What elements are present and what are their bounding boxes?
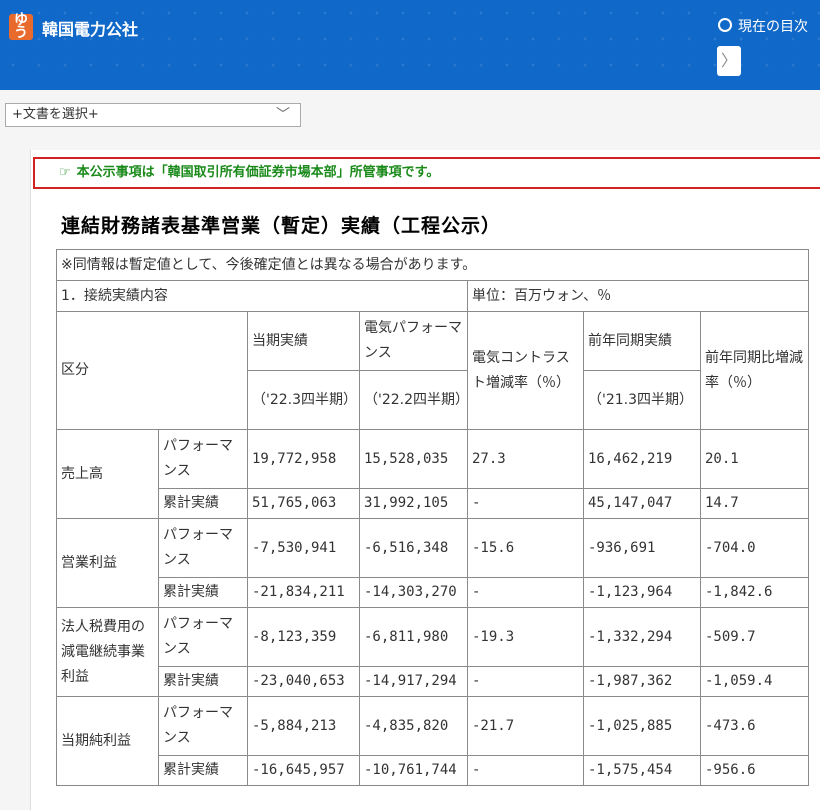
cell-current: -5,884,213 xyxy=(247,696,360,756)
section-label: 1．接続実績内容 xyxy=(56,280,468,312)
cell-qoq: - xyxy=(467,488,584,519)
company-name: 韓国電力公社 xyxy=(42,20,139,39)
cell-current: -21,834,211 xyxy=(247,577,360,608)
cell-yoy: -1,987,362 xyxy=(583,666,701,697)
cell-qoq: - xyxy=(467,666,584,697)
cell-prev: 31,992,105 xyxy=(359,488,468,519)
row-label: 累計実績 xyxy=(158,666,248,697)
row-group-label: 売上高 xyxy=(56,429,159,519)
app-header: ゆ う 韓国電力公社 現在の目次 〉 xyxy=(0,0,820,90)
cell-yoy: 45,147,047 xyxy=(583,488,701,519)
table-row: 累計実績 -23,040,653 -14,917,294 - -1,987,36… xyxy=(57,666,809,697)
cell-qoq: -15.6 xyxy=(467,518,584,578)
page-title: 連結財務諸表基準営業（暫定）実績（工程公示） xyxy=(61,215,502,237)
cell-current: -7,530,941 xyxy=(247,518,360,578)
cell-prev: -6,811,980 xyxy=(359,607,468,667)
row-label: 累計実績 xyxy=(158,488,248,519)
chevron-down-icon: ﹀ xyxy=(276,107,290,123)
cell-qoq: - xyxy=(467,755,584,786)
results-table: ※同情報は暫定値として、今後確定値とは異なる場合があります。 1．接続実績内容 … xyxy=(56,249,809,786)
cell-current: -23,040,653 xyxy=(247,666,360,697)
cell-qoq: -21.7 xyxy=(467,696,584,756)
header-prev: 電気パフォーマンス xyxy=(359,311,468,371)
table-row: 当期純利益 パフォーマンス -5,884,213 -4,835,820 -21.… xyxy=(56,696,809,786)
table-row: 営業利益 パフォーマンス -7,530,941 -6,516,348 -15.6… xyxy=(56,518,809,608)
cell-qoq: - xyxy=(467,577,584,608)
header-category: 区分 xyxy=(56,311,248,430)
cell-qoq: -19.3 xyxy=(467,607,584,667)
cell-yoy-rate: 20.1 xyxy=(700,429,809,489)
cell-yoy: -1,123,964 xyxy=(583,577,701,608)
header-yoy: 前年同期実績 xyxy=(583,311,701,371)
pointing-hand-icon: ☞ xyxy=(59,165,71,180)
table-row: 累計実績 51,765,063 31,992,105 - 45,147,047 … xyxy=(57,488,809,519)
cell-current: 19,772,958 xyxy=(247,429,360,489)
header-current: 当期実績 xyxy=(247,311,360,371)
header-qoq: 電気コントラスト増減率（％） xyxy=(467,311,584,430)
table-note: ※同情報は暫定値として、今後確定値とは異なる場合があります。 xyxy=(56,249,809,281)
cell-yoy-rate: -509.7 xyxy=(700,607,809,667)
header-current-period: （'22.3四半期） xyxy=(247,370,360,430)
row-group-label: 当期純利益 xyxy=(56,696,159,786)
cell-yoy-rate: -704.0 xyxy=(700,518,809,578)
cell-yoy: -1,332,294 xyxy=(583,607,701,667)
cell-yoy-rate: -1,059.4 xyxy=(700,666,809,697)
cell-yoy-rate: -956.6 xyxy=(700,755,809,786)
cell-yoy: -1,575,454 xyxy=(583,755,701,786)
cell-prev: -4,835,820 xyxy=(359,696,468,756)
disclosure-content: ☞ 本公示事項は「韓国取引所有価証券市場本部」所管事項です。 連結財務諸表基準営業… xyxy=(30,150,820,810)
table-row: 累計実績 -21,834,211 -14,303,270 - -1,123,96… xyxy=(57,577,809,608)
document-select[interactable]: +文書を選択+ ﹀ xyxy=(5,103,301,127)
toc-toggle[interactable]: 現在の目次 xyxy=(718,16,808,36)
toc-label: 現在の目次 xyxy=(738,19,808,35)
cell-yoy: -936,691 xyxy=(583,518,701,578)
cell-prev: -10,761,744 xyxy=(359,755,468,786)
header-yoy-period: （'21.3四半期） xyxy=(583,370,701,430)
cell-yoy-rate: 14.7 xyxy=(700,488,809,519)
cell-prev: 15,528,035 xyxy=(359,429,468,489)
unit-label: 単位：百万ウォン、％ xyxy=(467,280,809,312)
cell-yoy: 16,462,219 xyxy=(583,429,701,489)
cell-current: -8,123,359 xyxy=(247,607,360,667)
logo-char-2: う xyxy=(14,25,28,41)
header-prev-period: （'22.2四半期） xyxy=(359,370,469,430)
row-label: 累計実績 xyxy=(158,755,248,786)
header-yoy-rate: 前年同期比増減率（％） xyxy=(700,311,809,430)
radio-icon xyxy=(718,18,732,32)
cell-current: -16,645,957 xyxy=(247,755,360,786)
row-label: パフォーマンス xyxy=(158,429,248,489)
cell-yoy: -1,025,885 xyxy=(583,696,701,756)
notice-banner: ☞ 本公示事項は「韓国取引所有価証券市場本部」所管事項です。 xyxy=(33,157,820,189)
cell-yoy-rate: -473.6 xyxy=(700,696,809,756)
row-group-label: 法人税費用の減電継続事業利益 xyxy=(56,607,159,697)
table-row: 累計実績 -16,645,957 -10,761,744 - -1,575,45… xyxy=(57,755,809,786)
row-label: パフォーマンス xyxy=(158,696,248,756)
row-label: パフォーマンス xyxy=(158,518,248,578)
table-row: 売上高 パフォーマンス 19,772,958 15,528,035 27.3 1… xyxy=(56,429,809,519)
cell-prev: -14,917,294 xyxy=(359,666,468,697)
notice-text: 本公示事項は「韓国取引所有価証券市場本部」所管事項です。 xyxy=(76,165,440,180)
cell-current: 51,765,063 xyxy=(247,488,360,519)
cell-prev: -6,516,348 xyxy=(359,518,468,578)
cell-prev: -14,303,270 xyxy=(359,577,468,608)
table-row: 法人税費用の減電継続事業利益 パフォーマンス -8,123,359 -6,811… xyxy=(56,607,809,697)
row-label: 累計実績 xyxy=(158,577,248,608)
next-button[interactable]: 〉 xyxy=(717,46,741,76)
document-select-value: +文書を選択+ xyxy=(12,107,99,122)
app-logo-icon[interactable]: ゆ う xyxy=(9,13,33,41)
row-label: パフォーマンス xyxy=(158,607,248,667)
row-group-label: 営業利益 xyxy=(56,518,159,608)
cell-yoy-rate: -1,842.6 xyxy=(700,577,809,608)
cell-qoq: 27.3 xyxy=(467,429,584,489)
